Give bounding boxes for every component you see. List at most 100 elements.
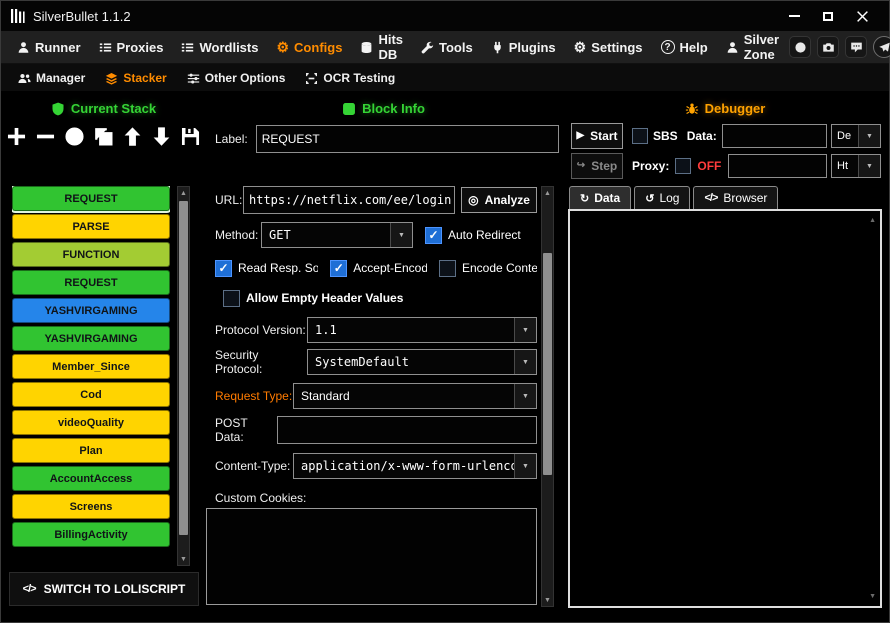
debug-data-input[interactable] (722, 124, 827, 148)
remove-block-button[interactable] (34, 124, 58, 148)
url-input[interactable]: https://netflix.com/ee/login (243, 186, 455, 214)
move-up-button[interactable] (121, 124, 145, 148)
post-data-input[interactable] (277, 416, 537, 444)
stack-block[interactable]: REQUEST (12, 270, 170, 295)
stack-block[interactable]: Plan (12, 438, 170, 463)
scroll-down-icon[interactable]: ▼ (542, 594, 553, 606)
menu-item-runner[interactable]: Runner (9, 31, 89, 63)
sbs-checkbox[interactable] (632, 128, 648, 144)
dropdown-arrow-icon[interactable]: ▼ (390, 223, 412, 247)
scrollbar-thumb[interactable] (543, 253, 552, 475)
stack-block[interactable]: Screens (12, 494, 170, 519)
debugger-header: Debugger (561, 101, 889, 116)
menu-item-plugins[interactable]: Plugins (483, 31, 564, 63)
stack-block[interactable]: YASHVIRGAMING (12, 326, 170, 351)
proxy-checkbox[interactable] (675, 158, 691, 174)
save-config-button[interactable] (179, 124, 203, 148)
stack-block[interactable]: AccountAccess (12, 466, 170, 491)
stack-block[interactable]: YASHVIRGAMING (12, 298, 170, 323)
content-type-select[interactable]: application/x-www-form-urlencoded ▼ (293, 453, 537, 479)
encode-content-checkbox[interactable] (439, 260, 456, 277)
debugger-row-2: ↪ Step Proxy: OFF Ht ▼ (571, 153, 881, 179)
step-button[interactable]: ↪ Step (571, 153, 623, 179)
move-down-button[interactable] (150, 124, 174, 148)
menu-item-hits-db[interactable]: Hits DB (352, 31, 411, 63)
menu-item-help[interactable]: ? Help (653, 31, 716, 63)
disable-block-button[interactable] (63, 124, 87, 148)
submenu-item-stacker[interactable]: Stacker (98, 71, 173, 85)
menu-item-label: Configs (294, 40, 342, 55)
current-stack-header: Current Stack (1, 101, 206, 116)
copy-icon (93, 126, 114, 147)
minimize-button[interactable] (777, 1, 811, 31)
scroll-up-icon[interactable]: ▲ (542, 187, 553, 199)
method-select[interactable]: GET ▼ (261, 222, 413, 248)
tab-log[interactable]: ↺ Log (634, 186, 690, 209)
wordlist-type-select[interactable]: De ▼ (831, 124, 881, 148)
analyze-button[interactable]: ◎ Analyze (461, 187, 537, 213)
list-icon (99, 41, 112, 54)
tab-data[interactable]: ↻ Data (569, 186, 631, 209)
start-button[interactable]: ▶ Start (571, 123, 623, 149)
auto-redirect-checkbox[interactable]: ✓ (425, 227, 442, 244)
menu-item-settings[interactable]: ⚙ Settings (566, 31, 651, 63)
allow-empty-checkbox[interactable] (223, 290, 240, 307)
read-response-checkbox[interactable]: ✓ (215, 260, 232, 277)
history-icon (794, 41, 807, 54)
proxy-type-select[interactable]: Ht ▼ (831, 154, 881, 178)
tab-browser[interactable]: </> Browser (693, 186, 778, 209)
submenu-item-label: Stacker (123, 71, 166, 85)
stack-block[interactable]: FUNCTION (12, 242, 170, 267)
switch-to-loliscript-button[interactable]: </> SWITCH TO LOLISCRIPT (9, 572, 199, 606)
security-protocol-select[interactable]: SystemDefault ▼ (307, 349, 537, 375)
add-block-button[interactable] (5, 124, 29, 148)
scrollbar-thumb[interactable] (179, 201, 188, 535)
form-scrollbar[interactable]: ▲ ▼ (541, 186, 554, 607)
custom-cookies-textarea[interactable] (206, 508, 537, 605)
submenu-item-ocr-testing[interactable]: OCR Testing (298, 71, 402, 85)
scroll-up-icon[interactable]: ▲ (178, 187, 189, 199)
stack-block[interactable]: REQUEST (12, 186, 170, 211)
block-label-input[interactable]: REQUEST (256, 125, 559, 153)
menu-item-silver-zone[interactable]: Silver Zone (718, 31, 787, 63)
dropdown-arrow-icon[interactable]: ▼ (858, 125, 880, 147)
stack-block[interactable]: videoQuality (12, 410, 170, 435)
dropdown-arrow-icon[interactable]: ▼ (514, 350, 536, 374)
stack-block[interactable]: PARSE (12, 214, 170, 239)
menu-item-configs[interactable]: ⚙ Configs (268, 31, 350, 63)
scroll-up-icon[interactable]: ▲ (869, 217, 876, 224)
dropdown-arrow-icon[interactable]: ▼ (514, 454, 536, 478)
dropdown-arrow-icon[interactable]: ▼ (858, 155, 880, 177)
submenu-item-manager[interactable]: Manager (11, 71, 92, 85)
maximize-icon (823, 12, 833, 21)
submenu-item-other-options[interactable]: Other Options (180, 71, 293, 85)
protocol-version-select[interactable]: 1.1 ▼ (307, 317, 537, 343)
label-row: Label: REQUEST (215, 125, 559, 153)
maximize-button[interactable] (811, 1, 845, 31)
accept-encoding-checkbox[interactable]: ✓ (330, 260, 347, 277)
screenshot-button[interactable] (817, 36, 839, 58)
menu-item-proxies[interactable]: Proxies (91, 31, 172, 63)
dropdown-arrow-icon[interactable]: ▼ (514, 384, 536, 408)
scroll-down-icon[interactable]: ▼ (178, 553, 189, 565)
dropdown-arrow-icon[interactable]: ▼ (514, 318, 536, 342)
proxy-input[interactable] (728, 154, 827, 178)
proxy-type-value: Ht (832, 155, 858, 177)
telegram-button[interactable] (873, 36, 890, 58)
shield-icon (51, 102, 65, 116)
debugger-output[interactable]: ▲ ▼ (568, 209, 882, 608)
stack-block[interactable]: BillingActivity (12, 522, 170, 547)
app-window: SilverBullet 1.1.2 Runner Proxies Wordli… (0, 0, 890, 623)
history-button[interactable] (789, 36, 811, 58)
menu-item-wordlists[interactable]: Wordlists (173, 31, 266, 63)
menu-item-tools[interactable]: Tools (413, 31, 481, 63)
close-button[interactable] (845, 1, 879, 31)
stack-block[interactable]: Member_Since (12, 354, 170, 379)
stack-block[interactable]: Cod (12, 382, 170, 407)
chat-button[interactable] (845, 36, 867, 58)
request-type-select[interactable]: Standard ▼ (293, 383, 537, 409)
clone-block-button[interactable] (92, 124, 116, 148)
scroll-down-icon[interactable]: ▼ (869, 593, 876, 600)
sliders-icon (187, 72, 200, 85)
stack-scrollbar[interactable]: ▲ ▼ (177, 186, 190, 566)
